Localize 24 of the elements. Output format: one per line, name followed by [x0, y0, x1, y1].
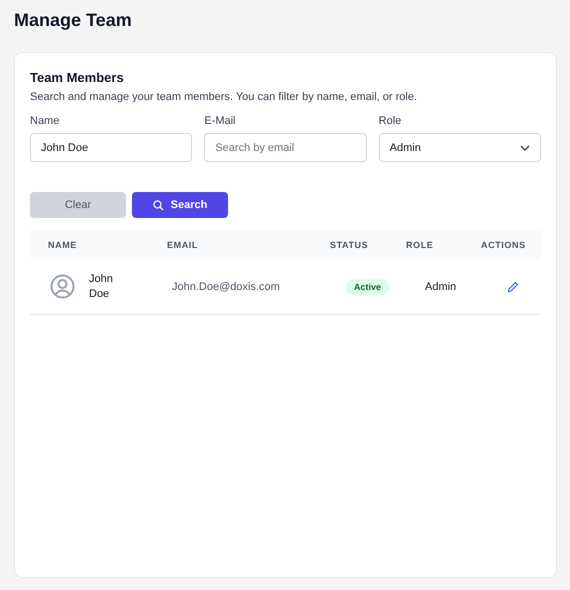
- chevron-down-icon: [520, 144, 530, 150]
- user-avatar-icon: [50, 274, 75, 299]
- member-name: John Doe: [89, 272, 114, 302]
- search-icon: [152, 200, 164, 210]
- member-email: John.Doe@doxis.com: [171, 280, 281, 292]
- search-button[interactable]: Search: [132, 192, 228, 218]
- field-label: Name: [30, 114, 60, 128]
- field-label: E-Mail: [204, 114, 236, 128]
- page-title: Manage Team: [14, 9, 133, 31]
- column-header: ROLE: [405, 240, 434, 250]
- input-field[interactable]: John Doe: [30, 133, 192, 162]
- column-header: STATUS: [329, 240, 370, 250]
- card-description: Search and manage your team members. You can filter by name, email, or role.: [30, 90, 418, 104]
- status-badge: Active: [346, 278, 390, 294]
- input-field[interactable]: Search by email: [204, 133, 367, 162]
- field-label: Role: [378, 114, 402, 128]
- role-dropdown[interactable]: Admin: [378, 133, 541, 162]
- member-role: Admin: [424, 280, 458, 292]
- column-header: EMAIL: [166, 240, 199, 250]
- column-header: ACTIONS: [480, 240, 527, 250]
- card-title: Team Members: [30, 70, 125, 86]
- clear-button[interactable]: Clear: [30, 192, 126, 218]
- column-header: NAME: [47, 240, 78, 250]
- edit-icon[interactable]: [507, 280, 519, 292]
